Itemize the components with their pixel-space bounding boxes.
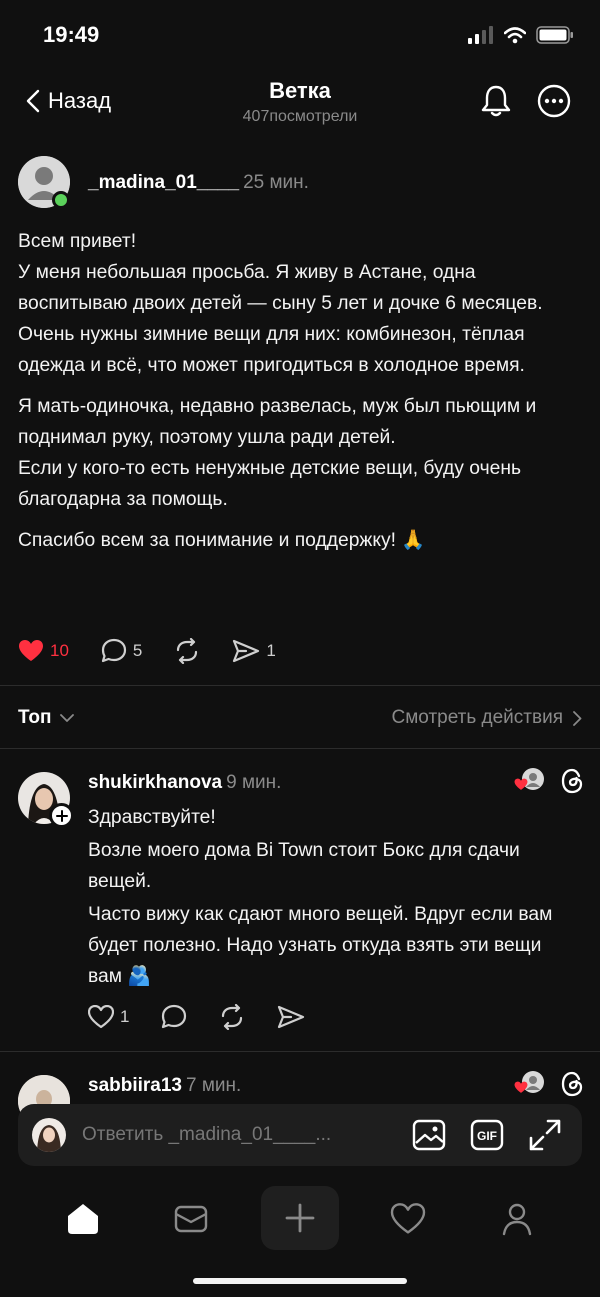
my-avatar-icon bbox=[32, 1118, 66, 1152]
plus-icon bbox=[55, 809, 68, 822]
post-author: _madina_01____ 25 мин. bbox=[88, 172, 309, 194]
status-bar: 19:49 bbox=[0, 0, 600, 70]
like-button[interactable]: 10 bbox=[18, 639, 69, 663]
comment-share-button[interactable] bbox=[277, 1004, 305, 1030]
notifications-button[interactable] bbox=[480, 84, 512, 123]
post-paragraph: Я мать-одиночка, недавно развелась, муж … bbox=[18, 396, 537, 448]
post-paragraph: Очень нужны зимние вещи для них: комбине… bbox=[18, 324, 525, 376]
view-activity-link[interactable]: Смотреть действия bbox=[392, 707, 582, 729]
chevron-right-icon bbox=[573, 710, 582, 726]
thread-header: Назад Ветка 407посмотрели bbox=[0, 70, 600, 140]
comment-repost-button[interactable] bbox=[219, 1004, 245, 1030]
post-time: 25 мин. bbox=[243, 172, 309, 193]
more-icon bbox=[537, 84, 571, 118]
profile-icon bbox=[502, 1203, 532, 1236]
post-body: Всем привет! У меня небольшая просьба. Я… bbox=[18, 226, 584, 556]
battery-icon bbox=[536, 26, 573, 44]
status-time: 19:49 bbox=[43, 22, 100, 47]
comment-paragraph: Возле моего дома Bi Town стоит Бокс для … bbox=[88, 840, 520, 892]
comment-author-name[interactable]: sabbiira13 bbox=[88, 1075, 182, 1096]
share-count: 1 bbox=[266, 641, 276, 660]
image-icon[interactable] bbox=[412, 1118, 446, 1152]
comment-icon bbox=[162, 1004, 187, 1029]
repost-icon bbox=[177, 638, 198, 664]
home-icon bbox=[68, 1204, 98, 1234]
repost-button[interactable] bbox=[174, 638, 200, 664]
tab-inbox[interactable] bbox=[156, 1186, 226, 1252]
sort-dropdown[interactable]: Топ bbox=[18, 707, 74, 729]
sort-label: Топ bbox=[18, 707, 52, 728]
comment-like-count: 1 bbox=[120, 1007, 130, 1026]
post-paragraph: У меня небольшая просьба. Я живу в Астан… bbox=[18, 262, 543, 314]
repost-icon bbox=[222, 1004, 243, 1030]
views-number: 407 bbox=[242, 108, 270, 125]
tab-profile[interactable] bbox=[482, 1186, 552, 1252]
comment-actions: 1 bbox=[88, 1004, 337, 1030]
threads-logo-icon[interactable] bbox=[560, 768, 584, 794]
tab-home[interactable] bbox=[48, 1186, 118, 1252]
post-paragraph: Спасибо всем за понимание и поддержку! 🙏 bbox=[18, 530, 426, 551]
comment-icon bbox=[101, 638, 127, 663]
comment-body: Здравствуйте! Возле моего дома Bi Town с… bbox=[88, 802, 558, 992]
threads-logo-icon[interactable] bbox=[560, 1071, 584, 1097]
comment-time: 9 мин. bbox=[226, 772, 282, 793]
follow-plus-button[interactable] bbox=[49, 803, 74, 828]
home-indicator bbox=[193, 1278, 407, 1284]
post-author-avatar[interactable] bbox=[18, 156, 70, 209]
liked-by-author-badge bbox=[514, 1071, 544, 1097]
bell-icon bbox=[481, 85, 511, 117]
bottom-tab-bar bbox=[0, 1182, 600, 1258]
view-activity-label: Смотреть действия bbox=[391, 707, 563, 728]
divider bbox=[0, 1051, 600, 1052]
heart-outline-icon bbox=[88, 1005, 114, 1029]
wifi-icon bbox=[504, 26, 526, 43]
comment-item: shukirkhanova 9 мин. Здравствуйте! Возле … bbox=[18, 768, 584, 1042]
expand-icon[interactable] bbox=[528, 1118, 562, 1152]
svg-text:GIF: GIF bbox=[477, 1129, 497, 1143]
comment-meta-icons bbox=[514, 1071, 584, 1097]
comment-meta-icons bbox=[514, 768, 584, 794]
post-actions: 10 5 1 bbox=[18, 638, 308, 664]
views-label: посмотрели bbox=[269, 108, 358, 125]
heart-small-icon bbox=[514, 1081, 528, 1093]
post-paragraph: Если у кого-то есть ненужные детские вещ… bbox=[18, 458, 522, 510]
comment-paragraph: Здравствуйте! bbox=[88, 807, 216, 828]
heart-filled-icon bbox=[19, 640, 43, 661]
post-paragraph: Всем привет! bbox=[18, 231, 137, 252]
comment-paragraph: Часто вижу как сдают много вещей. Вдруг … bbox=[88, 904, 553, 987]
cellular-signal-icon bbox=[468, 26, 493, 44]
share-button[interactable]: 1 bbox=[232, 638, 276, 664]
comment-author-avatar[interactable] bbox=[18, 772, 74, 828]
reply-composer[interactable]: Ответить _madina_01____... GIF bbox=[18, 1104, 582, 1166]
send-icon bbox=[278, 1005, 305, 1029]
comment-count: 5 bbox=[132, 641, 143, 660]
comment-reply-button[interactable] bbox=[161, 1004, 187, 1030]
divider bbox=[0, 748, 600, 749]
tab-activity[interactable] bbox=[373, 1186, 443, 1252]
liked-by-author-badge bbox=[514, 768, 544, 794]
like-count: 10 bbox=[50, 641, 69, 660]
comment-time: 7 мин. bbox=[186, 1075, 242, 1096]
comment-author: shukirkhanova 9 мин. bbox=[88, 772, 281, 794]
reply-tools: GIF bbox=[412, 1118, 562, 1152]
heart-small-icon bbox=[514, 778, 528, 790]
post-author-name[interactable]: _madina_01____ bbox=[88, 172, 239, 193]
online-status-dot bbox=[52, 191, 70, 209]
inbox-icon bbox=[174, 1205, 208, 1233]
more-options-button[interactable] bbox=[537, 84, 571, 123]
gif-icon[interactable]: GIF bbox=[470, 1118, 504, 1152]
send-icon bbox=[233, 639, 260, 663]
chevron-down-icon bbox=[59, 714, 74, 722]
comment-like-button[interactable]: 1 bbox=[88, 1005, 129, 1029]
sort-bar: Топ Смотреть действия bbox=[18, 698, 582, 738]
heart-outline-icon bbox=[390, 1203, 426, 1234]
plus-icon bbox=[285, 1203, 315, 1233]
comment-author: sabbiira13 7 мин. bbox=[88, 1075, 241, 1097]
comment-author-name[interactable]: shukirkhanova bbox=[88, 772, 222, 793]
tab-create[interactable] bbox=[261, 1186, 339, 1250]
divider bbox=[0, 685, 600, 686]
reply-input[interactable]: Ответить _madina_01____... bbox=[82, 1124, 331, 1146]
status-icons bbox=[468, 26, 574, 44]
comment-button[interactable]: 5 bbox=[101, 638, 142, 664]
